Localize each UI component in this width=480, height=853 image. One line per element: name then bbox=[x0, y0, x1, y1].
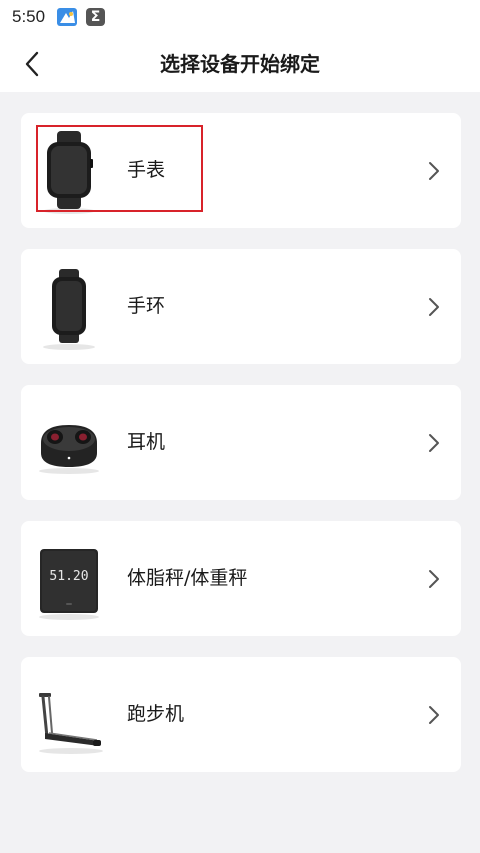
fitness-band-icon bbox=[33, 259, 105, 354]
status-bar: 5:50 Σ bbox=[0, 0, 480, 36]
device-label-band: 手环 bbox=[127, 295, 166, 317]
back-button[interactable] bbox=[14, 46, 50, 82]
device-card-treadmill[interactable]: 跑步机 bbox=[21, 657, 461, 772]
device-label-earbuds: 耳机 bbox=[127, 431, 166, 453]
earbuds-icon bbox=[33, 395, 105, 490]
chevron-right-icon bbox=[427, 432, 441, 454]
chevron-right-icon bbox=[427, 160, 441, 182]
scale-icon: 51.20 bbox=[33, 531, 105, 626]
device-list: 手表 手环 耳机 51.20 体脂秤/体重秤 跑步机 bbox=[0, 92, 480, 853]
smartwatch-icon bbox=[33, 123, 105, 218]
device-label-watch: 手表 bbox=[127, 159, 166, 181]
scale-display: 51.20 bbox=[49, 569, 88, 584]
device-label-treadmill: 跑步机 bbox=[127, 703, 185, 725]
app-icon bbox=[56, 7, 78, 27]
device-label-scale: 体脂秤/体重秤 bbox=[127, 567, 248, 589]
device-card-band[interactable]: 手环 bbox=[21, 249, 461, 364]
device-card-scale[interactable]: 51.20 体脂秤/体重秤 bbox=[21, 521, 461, 636]
chevron-right-icon bbox=[427, 296, 441, 318]
sigma-icon: Σ bbox=[86, 8, 105, 26]
status-time: 5:50 bbox=[12, 7, 46, 26]
back-arrow-icon bbox=[25, 51, 39, 77]
chevron-right-icon bbox=[427, 568, 441, 590]
treadmill-icon bbox=[33, 667, 105, 762]
chevron-right-icon bbox=[427, 704, 441, 726]
device-card-watch[interactable]: 手表 bbox=[21, 113, 461, 228]
header: 选择设备开始绑定 bbox=[0, 36, 480, 92]
device-card-earbuds[interactable]: 耳机 bbox=[21, 385, 461, 500]
page-title: 选择设备开始绑定 bbox=[160, 52, 320, 76]
